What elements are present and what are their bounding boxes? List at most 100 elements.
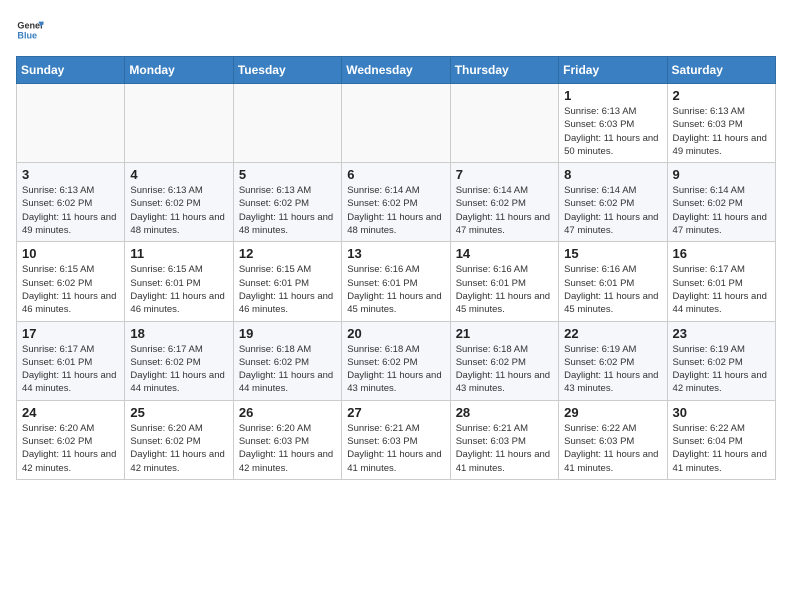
calendar-cell: 30 Sunrise: 6:22 AM Sunset: 6:04 PM Dayli…	[667, 400, 775, 479]
day-info: Sunrise: 6:21 AM Sunset: 6:03 PM Dayligh…	[456, 422, 553, 475]
day-info: Sunrise: 6:17 AM Sunset: 6:01 PM Dayligh…	[673, 263, 770, 316]
day-info: Sunrise: 6:15 AM Sunset: 6:01 PM Dayligh…	[239, 263, 336, 316]
day-info: Sunrise: 6:20 AM Sunset: 6:03 PM Dayligh…	[239, 422, 336, 475]
day-number: 5	[239, 167, 336, 182]
day-info: Sunrise: 6:15 AM Sunset: 6:01 PM Dayligh…	[130, 263, 227, 316]
svg-text:Blue: Blue	[17, 30, 37, 40]
calendar-cell: 16 Sunrise: 6:17 AM Sunset: 6:01 PM Dayli…	[667, 242, 775, 321]
weekday-header-wednesday: Wednesday	[342, 57, 450, 84]
calendar-cell: 25Sunrise: 6:20 AM Sunset: 6:02 PM Dayli…	[125, 400, 233, 479]
calendar-cell: 5 Sunrise: 6:13 AM Sunset: 6:02 PM Daylig…	[233, 163, 341, 242]
calendar-cell: 11 Sunrise: 6:15 AM Sunset: 6:01 PM Dayli…	[125, 242, 233, 321]
day-number: 13	[347, 246, 444, 261]
day-info: Sunrise: 6:18 AM Sunset: 6:02 PM Dayligh…	[347, 343, 444, 396]
calendar-cell: 14 Sunrise: 6:16 AM Sunset: 6:01 PM Dayli…	[450, 242, 558, 321]
calendar-cell: 15Sunrise: 6:16 AM Sunset: 6:01 PM Dayli…	[559, 242, 667, 321]
day-number: 8	[564, 167, 661, 182]
calendar-cell: 17 Sunrise: 6:17 AM Sunset: 6:01 PM Dayli…	[17, 321, 125, 400]
calendar-cell	[17, 84, 125, 163]
logo: General Blue	[16, 16, 48, 44]
calendar-cell	[450, 84, 558, 163]
calendar-cell	[233, 84, 341, 163]
day-info: Sunrise: 6:18 AM Sunset: 6:02 PM Dayligh…	[239, 343, 336, 396]
day-info: Sunrise: 6:17 AM Sunset: 6:02 PM Dayligh…	[130, 343, 227, 396]
day-number: 3	[22, 167, 119, 182]
day-number: 14	[456, 246, 553, 261]
day-number: 29	[564, 405, 661, 420]
day-number: 9	[673, 167, 770, 182]
weekday-header-sunday: Sunday	[17, 57, 125, 84]
day-info: Sunrise: 6:18 AM Sunset: 6:02 PM Dayligh…	[456, 343, 553, 396]
day-info: Sunrise: 6:20 AM Sunset: 6:02 PM Dayligh…	[22, 422, 119, 475]
calendar-week-2: 3 Sunrise: 6:13 AM Sunset: 6:02 PM Daylig…	[17, 163, 776, 242]
day-number: 18	[130, 326, 227, 341]
calendar-cell: 22 Sunrise: 6:19 AM Sunset: 6:02 PM Dayli…	[559, 321, 667, 400]
day-info: Sunrise: 6:13 AM Sunset: 6:02 PM Dayligh…	[239, 184, 336, 237]
day-number: 1	[564, 88, 661, 103]
weekday-header-friday: Friday	[559, 57, 667, 84]
calendar-cell: 8 Sunrise: 6:14 AM Sunset: 6:02 PM Daylig…	[559, 163, 667, 242]
day-info: Sunrise: 6:13 AM Sunset: 6:02 PM Dayligh…	[22, 184, 119, 237]
calendar-cell	[342, 84, 450, 163]
day-info: Sunrise: 6:14 AM Sunset: 6:02 PM Dayligh…	[456, 184, 553, 237]
calendar-table: SundayMondayTuesdayWednesdayThursdayFrid…	[16, 56, 776, 480]
calendar-cell: 24Sunrise: 6:20 AM Sunset: 6:02 PM Dayli…	[17, 400, 125, 479]
calendar-cell: 1Sunrise: 6:13 AM Sunset: 6:03 PM Daylig…	[559, 84, 667, 163]
day-number: 25	[130, 405, 227, 420]
calendar-cell: 26Sunrise: 6:20 AM Sunset: 6:03 PM Dayli…	[233, 400, 341, 479]
calendar-cell	[125, 84, 233, 163]
calendar-cell: 23 Sunrise: 6:19 AM Sunset: 6:02 PM Dayli…	[667, 321, 775, 400]
day-number: 10	[22, 246, 119, 261]
day-number: 12	[239, 246, 336, 261]
day-info: Sunrise: 6:22 AM Sunset: 6:04 PM Dayligh…	[673, 422, 770, 475]
weekday-header-tuesday: Tuesday	[233, 57, 341, 84]
weekday-header-monday: Monday	[125, 57, 233, 84]
day-number: 17	[22, 326, 119, 341]
calendar-week-3: 10 Sunrise: 6:15 AM Sunset: 6:02 PM Dayli…	[17, 242, 776, 321]
day-number: 11	[130, 246, 227, 261]
day-number: 16	[673, 246, 770, 261]
calendar-cell: 7 Sunrise: 6:14 AM Sunset: 6:02 PM Daylig…	[450, 163, 558, 242]
calendar-cell: 29 Sunrise: 6:22 AM Sunset: 6:03 PM Dayli…	[559, 400, 667, 479]
day-number: 30	[673, 405, 770, 420]
calendar-cell: 4 Sunrise: 6:13 AM Sunset: 6:02 PM Daylig…	[125, 163, 233, 242]
calendar-cell: 9 Sunrise: 6:14 AM Sunset: 6:02 PM Daylig…	[667, 163, 775, 242]
calendar-header-row: SundayMondayTuesdayWednesdayThursdayFrid…	[17, 57, 776, 84]
calendar-cell: 18 Sunrise: 6:17 AM Sunset: 6:02 PM Dayli…	[125, 321, 233, 400]
day-info: Sunrise: 6:14 AM Sunset: 6:02 PM Dayligh…	[564, 184, 661, 237]
day-info: Sunrise: 6:22 AM Sunset: 6:03 PM Dayligh…	[564, 422, 661, 475]
calendar-cell: 6 Sunrise: 6:14 AM Sunset: 6:02 PM Daylig…	[342, 163, 450, 242]
day-info: Sunrise: 6:15 AM Sunset: 6:02 PM Dayligh…	[22, 263, 119, 316]
day-number: 15	[564, 246, 661, 261]
calendar-cell: 20 Sunrise: 6:18 AM Sunset: 6:02 PM Dayli…	[342, 321, 450, 400]
day-number: 4	[130, 167, 227, 182]
day-number: 19	[239, 326, 336, 341]
calendar-cell: 2 Sunrise: 6:13 AM Sunset: 6:03 PM Daylig…	[667, 84, 775, 163]
day-number: 2	[673, 88, 770, 103]
calendar-cell: 21Sunrise: 6:18 AM Sunset: 6:02 PM Dayli…	[450, 321, 558, 400]
day-info: Sunrise: 6:21 AM Sunset: 6:03 PM Dayligh…	[347, 422, 444, 475]
calendar-week-5: 24Sunrise: 6:20 AM Sunset: 6:02 PM Dayli…	[17, 400, 776, 479]
calendar-cell: 28Sunrise: 6:21 AM Sunset: 6:03 PM Dayli…	[450, 400, 558, 479]
day-info: Sunrise: 6:17 AM Sunset: 6:01 PM Dayligh…	[22, 343, 119, 396]
day-number: 22	[564, 326, 661, 341]
calendar-cell: 13Sunrise: 6:16 AM Sunset: 6:01 PM Dayli…	[342, 242, 450, 321]
calendar-cell: 3 Sunrise: 6:13 AM Sunset: 6:02 PM Daylig…	[17, 163, 125, 242]
calendar-week-1: 1 Sunrise: 6:13 AM Sunset: 6:03 PM Daylig…	[17, 84, 776, 163]
day-info: Sunrise: 6:14 AM Sunset: 6:02 PM Dayligh…	[673, 184, 770, 237]
day-info: Sunrise: 6:19 AM Sunset: 6:02 PM Dayligh…	[673, 343, 770, 396]
weekday-header-thursday: Thursday	[450, 57, 558, 84]
weekday-header-saturday: Saturday	[667, 57, 775, 84]
day-info: Sunrise: 6:14 AM Sunset: 6:02 PM Dayligh…	[347, 184, 444, 237]
day-info: Sunrise: 6:13 AM Sunset: 6:03 PM Dayligh…	[673, 105, 770, 158]
day-number: 7	[456, 167, 553, 182]
calendar-cell: 19 Sunrise: 6:18 AM Sunset: 6:02 PM Dayli…	[233, 321, 341, 400]
day-number: 23	[673, 326, 770, 341]
day-info: Sunrise: 6:16 AM Sunset: 6:01 PM Dayligh…	[456, 263, 553, 316]
day-info: Sunrise: 6:13 AM Sunset: 6:02 PM Dayligh…	[130, 184, 227, 237]
day-number: 20	[347, 326, 444, 341]
day-number: 27	[347, 405, 444, 420]
day-number: 6	[347, 167, 444, 182]
day-info: Sunrise: 6:19 AM Sunset: 6:02 PM Dayligh…	[564, 343, 661, 396]
page-header: General Blue	[16, 16, 776, 44]
